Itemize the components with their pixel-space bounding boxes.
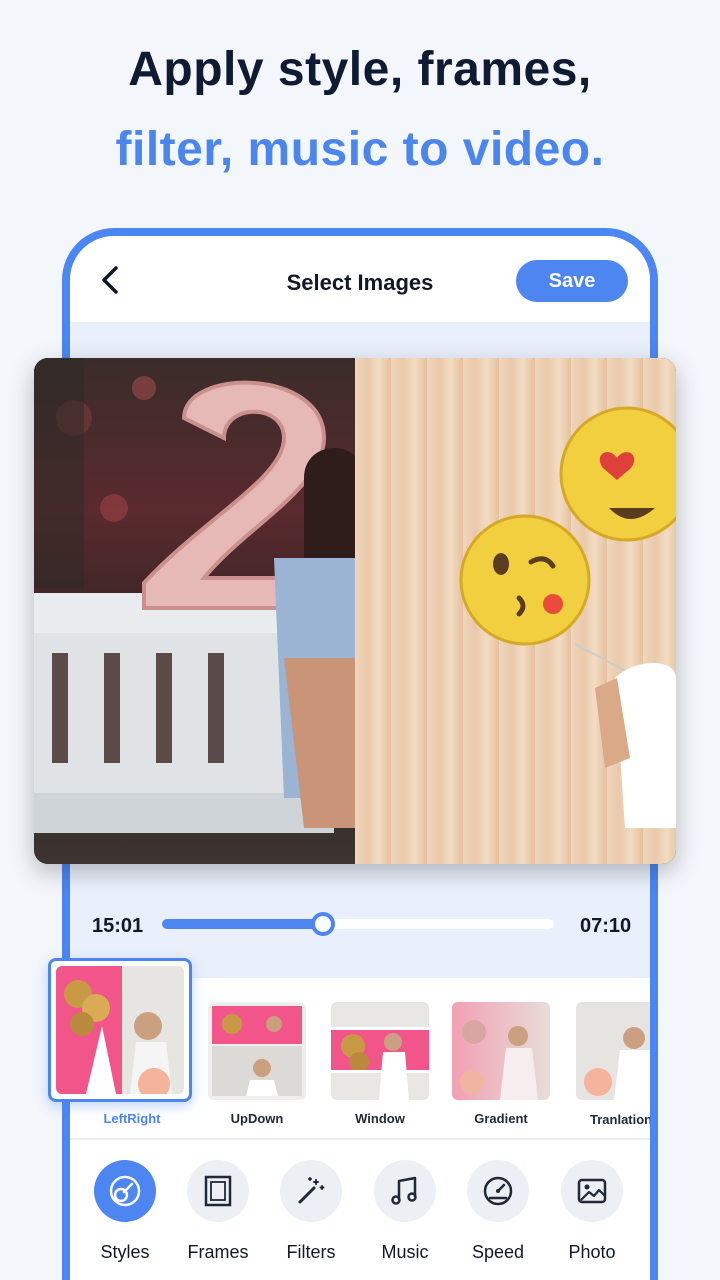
- tool-filters[interactable]: Filters: [264, 1160, 358, 1263]
- frame-icon: [187, 1160, 249, 1222]
- video-preview[interactable]: [34, 358, 676, 864]
- toolbar-divider: [70, 1138, 650, 1140]
- tool-speed[interactable]: Speed: [451, 1160, 545, 1263]
- current-time-label: 15:01: [92, 915, 144, 937]
- preview-photo-left: [34, 358, 355, 864]
- style-item-leftright[interactable]: [48, 958, 192, 1102]
- magic-wand-icon: [280, 1160, 342, 1222]
- tool-frames[interactable]: Frames: [171, 1160, 265, 1263]
- music-note-icon: [374, 1160, 436, 1222]
- style-label-leftright: LeftRight: [103, 1111, 161, 1126]
- style-item-window[interactable]: [331, 1002, 429, 1100]
- tool-label-photo: Photo: [568, 1242, 616, 1262]
- photo-icon: [561, 1160, 623, 1222]
- tool-styles[interactable]: Styles: [78, 1160, 172, 1263]
- save-button[interactable]: Save: [516, 260, 628, 302]
- styles-icon: [94, 1160, 156, 1222]
- style-label-gradient: Gradient: [474, 1111, 528, 1126]
- speedometer-icon: [467, 1160, 529, 1222]
- style-label-tranlation: Tranlation: [590, 1112, 650, 1127]
- style-thumb-tranlation: [576, 1002, 650, 1100]
- preview-photo-right: [355, 358, 676, 864]
- style-label-window: Window: [355, 1111, 405, 1126]
- style-item-updown[interactable]: [208, 1002, 306, 1100]
- headline-line-2: filter, music to video.: [115, 123, 605, 176]
- style-thumb-window: [331, 1002, 429, 1100]
- style-label-tranlation-wrap: Tranlation: [570, 1111, 650, 1129]
- style-item-tranlation[interactable]: [576, 1002, 650, 1100]
- tool-label-styles: Styles: [100, 1242, 150, 1262]
- tool-label-filters: Filters: [286, 1242, 336, 1262]
- total-time-label: 07:10: [580, 915, 632, 937]
- style-label-updown: UpDown: [230, 1111, 284, 1126]
- timeline-slider-thumb[interactable]: [310, 912, 335, 936]
- promo-headline: Apply style, frames, filter, music to vi…: [0, 40, 720, 194]
- timeline-slider[interactable]: [162, 912, 554, 936]
- style-thumb-gradient: [452, 1002, 550, 1100]
- tool-music[interactable]: Music: [358, 1160, 452, 1263]
- timeline-progress-fill: [162, 919, 323, 929]
- app-top-bar: Select Images Save: [70, 236, 650, 322]
- style-item-gradient[interactable]: [452, 1002, 550, 1100]
- style-thumb-updown: [208, 1002, 306, 1100]
- tool-label-frames: Frames: [187, 1242, 249, 1262]
- style-thumb-leftright: [56, 966, 184, 1094]
- tool-label-music: Music: [381, 1242, 429, 1262]
- tool-photo[interactable]: Photo: [545, 1160, 639, 1263]
- headline-line-1: Apply style, frames,: [128, 43, 592, 96]
- tool-label-speed: Speed: [471, 1242, 525, 1262]
